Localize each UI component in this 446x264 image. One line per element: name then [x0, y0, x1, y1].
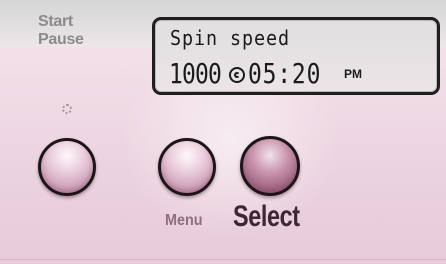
- menu-label: Menu: [165, 212, 203, 229]
- spin-swirl-icon: [229, 67, 245, 83]
- menu-button[interactable]: [158, 138, 216, 196]
- display-title: Spin speed: [170, 26, 290, 50]
- spinner-icon: [62, 104, 72, 114]
- washer-control-panel: Start Pause Spin speed 1000 05:20 PM Men…: [0, 0, 446, 264]
- lcd-display: Spin speed 1000 05:20 PM: [152, 17, 440, 95]
- pause-label: Pause: [38, 31, 84, 48]
- start-label: Start: [38, 13, 73, 30]
- ampm-indicator: PM: [344, 67, 362, 81]
- bottom-divider: [0, 259, 446, 260]
- select-button[interactable]: [240, 136, 300, 196]
- time-value: 05:20: [248, 57, 322, 90]
- spin-speed-value: 1000: [169, 57, 222, 90]
- display-readout: 1000 05:20 PM: [169, 56, 362, 90]
- start-pause-label: Start Pause: [38, 13, 108, 49]
- start-pause-button[interactable]: [38, 138, 96, 196]
- select-label: Select: [233, 200, 300, 233]
